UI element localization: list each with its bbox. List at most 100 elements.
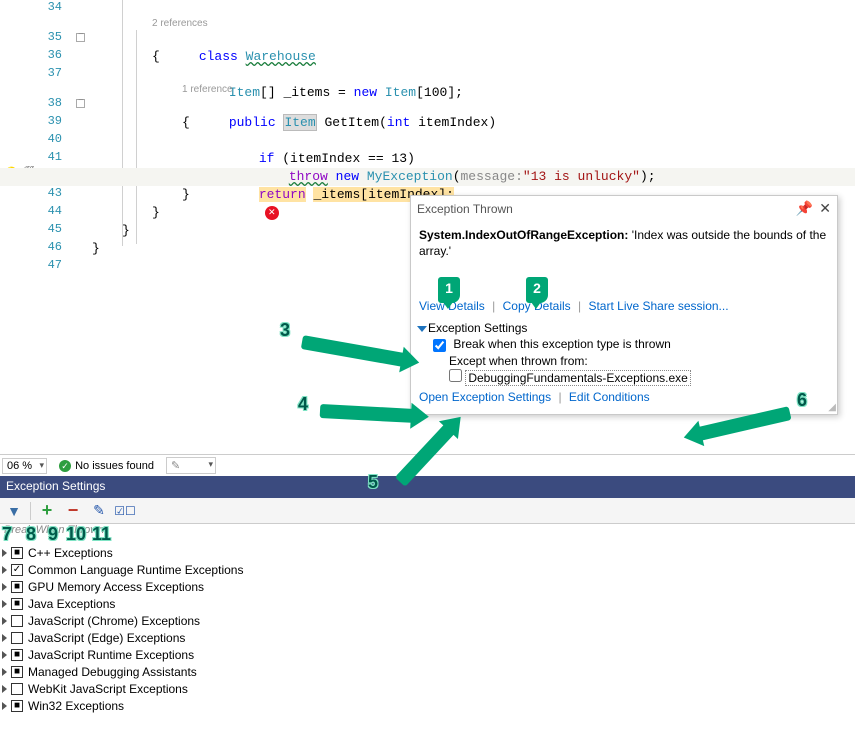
category-checkbox[interactable]: ■ [11, 700, 23, 712]
tree-row[interactable]: ■JavaScript Runtime Exceptions [0, 646, 855, 663]
line-num: 38 [48, 96, 62, 110]
line-num: 44 [48, 204, 62, 218]
category-checkbox[interactable] [11, 632, 23, 644]
break-when-thrown-checkbox[interactable] [433, 339, 446, 352]
pin-icon[interactable]: 📌 [796, 200, 813, 217]
tree-row[interactable]: ■ Managed Debugging Assistants [0, 663, 855, 680]
tree-row[interactable]: ■ C++ Exceptions [0, 544, 855, 561]
edit-conditions-link[interactable]: Edit Conditions [569, 390, 650, 404]
tree-row[interactable]: JavaScript (Chrome) Exceptions [0, 612, 855, 629]
annotation-10: 10 [66, 524, 86, 545]
annotation-6: 6 [797, 390, 807, 411]
tree-row[interactable]: JavaScript (Edge) Exceptions [0, 629, 855, 646]
callout-2: 2 [526, 277, 548, 303]
issues-status[interactable]: ✓No issues found [59, 460, 154, 472]
filter-button[interactable]: ▼ [2, 500, 26, 522]
exception-helper-popup: Exception Thrown 📌 ✕ System.IndexOutOfRa… [410, 195, 838, 415]
open-exception-settings-link[interactable]: Open Exception Settings [419, 390, 551, 404]
category-label: Win32 Exceptions [28, 699, 124, 713]
annotation-7: 7 [2, 524, 12, 545]
category-label: JavaScript (Chrome) Exceptions [28, 614, 200, 628]
expand-icon[interactable] [2, 634, 7, 642]
type-name: Item [283, 114, 316, 131]
remove-button[interactable]: − [61, 500, 85, 522]
except-from-label: Except when thrown from: [449, 354, 829, 368]
annotation-5: 5 [368, 472, 378, 493]
except-module-name: DebuggingFundamentals-Exceptions.exe [465, 370, 690, 386]
category-checkbox[interactable]: ■ [11, 581, 23, 593]
callout-1: 1 [438, 277, 460, 303]
category-checkbox[interactable]: ✓ [11, 564, 23, 576]
expand-icon[interactable] [2, 617, 7, 625]
expand-icon[interactable] [2, 651, 7, 659]
codelens-references[interactable]: 2 references [152, 18, 208, 29]
type-name: Warehouse [246, 49, 316, 64]
line-num: 47 [48, 258, 62, 272]
category-label: Common Language Runtime Exceptions [28, 563, 243, 577]
category-checkbox[interactable]: ■ [11, 649, 23, 661]
category-label: C++ Exceptions [28, 546, 113, 560]
error-icon[interactable]: ✕ [265, 206, 279, 220]
tree-row[interactable]: ✓ Common Language Runtime Exceptions [0, 561, 855, 578]
string: "13 is unlucky" [523, 169, 640, 184]
edit-button[interactable]: ✎ [87, 500, 111, 522]
live-share-link[interactable]: Start Live Share session... [588, 299, 728, 313]
line-number-gutter: 34 35 36 37 38 39 40 41 42 43 44 45 46 4… [0, 0, 70, 454]
category-checkbox[interactable]: ■ [11, 547, 23, 559]
line-num: 37 [48, 66, 62, 80]
exception-settings-panel-title: Exception Settings [0, 476, 855, 498]
category-checkbox[interactable]: ■ [11, 598, 23, 610]
line-num: 39 [48, 114, 62, 128]
annotation-9: 9 [48, 524, 58, 545]
restore-button[interactable]: ☑☐ [113, 500, 137, 522]
add-button[interactable]: + [35, 500, 59, 522]
tree-row[interactable]: WebKit JavaScript Exceptions [0, 680, 855, 697]
expand-icon[interactable] [2, 600, 7, 608]
keyword: return [259, 187, 306, 202]
fold-toggle[interactable] [76, 99, 85, 108]
expand-icon[interactable] [2, 549, 7, 557]
param-hint: message: [461, 169, 523, 184]
close-icon[interactable]: ✕ [819, 200, 831, 217]
keyword: class [199, 49, 238, 64]
category-checkbox[interactable] [11, 615, 23, 627]
annotation-4: 4 [298, 394, 308, 415]
fold-column [72, 0, 90, 454]
category-checkbox[interactable] [11, 683, 23, 695]
no-issues-label: No issues found [75, 460, 154, 472]
chevron-down-icon [417, 326, 427, 332]
except-module-checkbox[interactable] [449, 369, 462, 382]
expand-icon[interactable] [2, 668, 7, 676]
filter-text[interactable]: Break When Thrown [0, 524, 855, 542]
tree-row[interactable]: ■ Win32 Exceptions [0, 697, 855, 714]
resize-grip[interactable]: ◢ [828, 402, 836, 413]
tree-row[interactable]: ■ Java Exceptions [0, 595, 855, 612]
expand-icon[interactable] [2, 583, 7, 591]
category-label: Managed Debugging Assistants [28, 665, 197, 679]
annotation-11: 11 [92, 524, 111, 545]
expand-icon[interactable] [2, 566, 7, 574]
zoom-dropdown[interactable]: 06 % [2, 458, 47, 474]
expand-icon[interactable] [2, 685, 7, 693]
exception-settings-expander[interactable]: Exception Settings [419, 321, 829, 335]
category-label: WebKit JavaScript Exceptions [28, 682, 188, 696]
expand-icon[interactable] [2, 702, 7, 710]
keyword: int [387, 115, 410, 130]
exception-categories-tree[interactable]: ■ C++ Exceptions ✓ Common Language Runtime… [0, 544, 855, 714]
line-num: 34 [48, 0, 62, 14]
category-label: Java Exceptions [28, 597, 115, 611]
annotation-8: 8 [26, 524, 36, 545]
category-label: GPU Memory Access Exceptions [28, 580, 204, 594]
nav-dropdown[interactable]: ✎ [166, 457, 216, 474]
keyword: public [229, 115, 276, 130]
fold-toggle[interactable] [76, 33, 85, 42]
annotation-3: 3 [280, 320, 290, 341]
field-name: _items [313, 187, 360, 202]
codelens-references[interactable]: 1 reference [182, 84, 233, 95]
settings-label: Exception Settings [428, 321, 527, 335]
popup-titlebar: Exception Thrown 📌 ✕ [411, 196, 837, 221]
tree-row[interactable]: ■ GPU Memory Access Exceptions [0, 578, 855, 595]
popup-title: Exception Thrown [417, 202, 513, 216]
category-checkbox[interactable]: ■ [11, 666, 23, 678]
line-num: 35 [48, 30, 62, 44]
